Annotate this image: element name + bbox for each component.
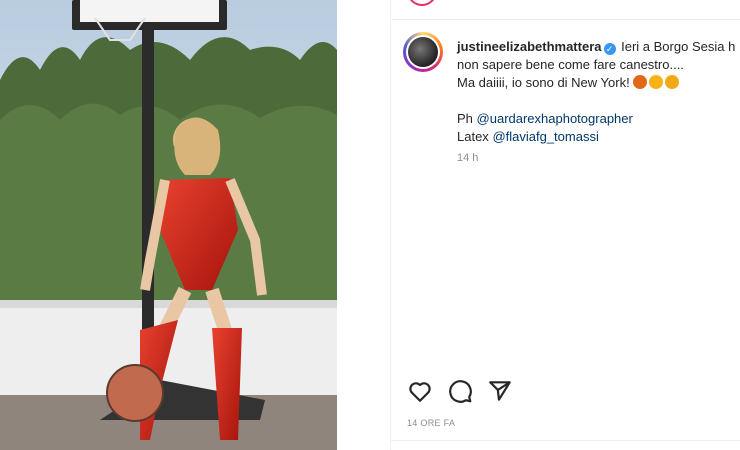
credit-latex-handle-link[interactable]: @flaviafg_tomassi — [492, 129, 598, 144]
caption-text-2: non sapere bene come fare canestro.... — [457, 57, 684, 72]
squinting-tongue-emoji — [665, 75, 680, 89]
heart-icon[interactable] — [407, 378, 433, 404]
credit-latex-label: Latex — [457, 129, 489, 144]
credit-ph-label: Ph — [457, 111, 473, 126]
post-date[interactable]: 14 ORE FA — [407, 418, 455, 428]
basketball-emoji — [633, 75, 648, 89]
post-photo-illustration — [0, 0, 337, 450]
post-side-panel: justineelizabethmattera ✓ Ieri a Borgo Se… — [390, 0, 740, 450]
avatar-image — [408, 37, 438, 67]
tongue-out-emoji — [649, 75, 664, 89]
instagram-post: justineelizabethmattera ✓ Ieri a Borgo Se… — [0, 0, 740, 450]
comment-icon[interactable] — [447, 378, 473, 404]
author-avatar[interactable] — [403, 32, 443, 72]
credit-ph: Ph @uardarexhaphotographer — [457, 110, 740, 128]
footer-divider — [391, 440, 740, 441]
caption-text-3: Ma daiiii, io sono di New York! — [457, 75, 630, 90]
header-avatar-ring[interactable] — [407, 0, 437, 6]
caption-text-1: Ieri a Borgo Sesia h — [621, 39, 736, 54]
caption-line-3: Ma daiiii, io sono di New York! — [457, 74, 740, 92]
author-username[interactable]: justineelizabethmattera — [457, 39, 602, 54]
post-photo[interactable] — [0, 0, 337, 450]
paper-plane-icon[interactable] — [487, 378, 513, 404]
avatar-ring-inner — [406, 35, 440, 69]
caption-relative-time[interactable]: 14 h — [457, 152, 478, 164]
photo-gutter — [337, 0, 390, 450]
verified-badge-icon: ✓ — [603, 43, 616, 55]
caption-line-1: justineelizabethmattera ✓ Ieri a Borgo Se… — [457, 38, 740, 56]
credit-ph-handle-link[interactable]: @uardarexhaphotographer — [477, 111, 633, 126]
header-divider — [391, 19, 740, 20]
credit-latex: Latex @flaviafg_tomassi — [457, 128, 740, 146]
post-caption: justineelizabethmattera ✓ Ieri a Borgo Se… — [457, 38, 740, 146]
